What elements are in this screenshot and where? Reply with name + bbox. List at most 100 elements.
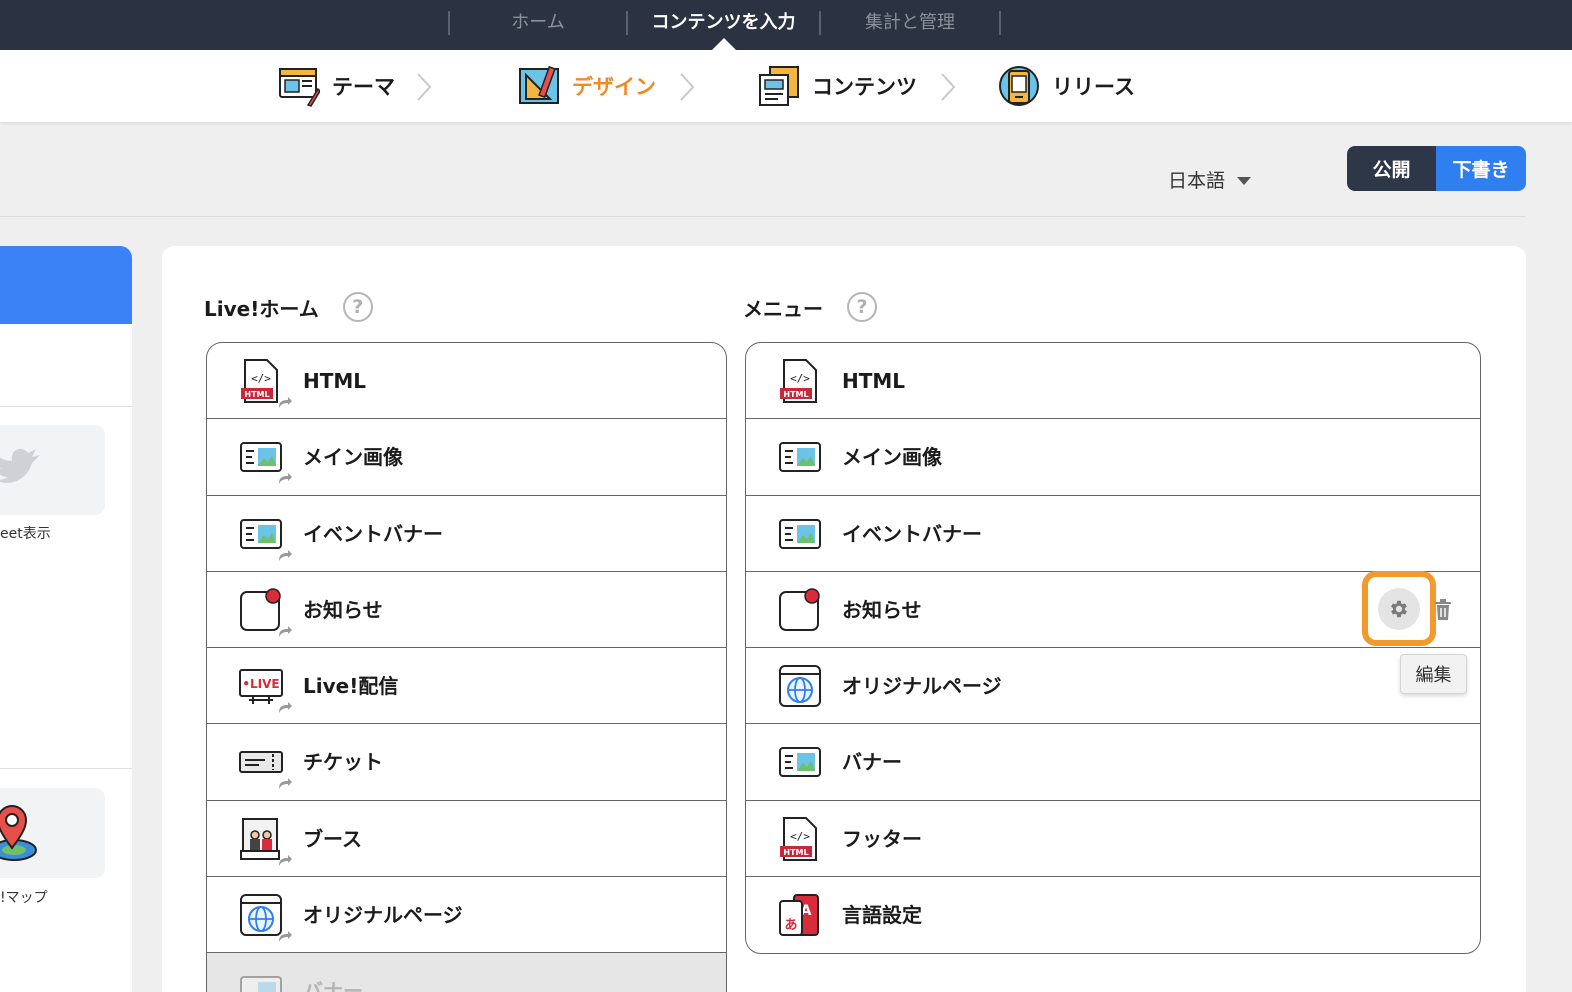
divider <box>0 406 132 407</box>
share-arrow-icon <box>279 931 292 943</box>
chevron-right-icon <box>417 73 432 101</box>
component-sidebar: eet表示 !マップ <box>0 246 132 992</box>
home-item-main-image[interactable]: メイン画像 <box>207 419 726 496</box>
svg-text:HTML: HTML <box>783 390 808 399</box>
release-icon <box>999 66 1039 106</box>
step-bar: テーマ デザイン コンテンツ リリース <box>0 50 1572 122</box>
image-card-icon <box>240 976 282 992</box>
home-list: </> HTML HTML メイン画像 イベントバナー お知らせ •LIVE L… <box>206 342 727 992</box>
share-arrow-icon <box>279 625 292 637</box>
list-item-label: Live!配信 <box>303 674 399 699</box>
list-item-label: メイン画像 <box>842 445 942 470</box>
home-column-header: Live!ホーム ? <box>204 292 373 322</box>
list-item-label: バナー <box>303 979 363 992</box>
list-item-label: オリジナルページ <box>303 903 463 928</box>
svg-text:</>: </> <box>790 372 810 385</box>
language-select[interactable]: 日本語 <box>1168 166 1252 193</box>
menu-item-original-page[interactable]: オリジナルページ <box>746 648 1480 725</box>
menu-list: </> HTML HTML メイン画像 イベントバナー お知らせ オリジナルペー… <box>745 342 1481 954</box>
image-card-icon <box>779 518 821 549</box>
active-nav-caret <box>712 38 736 50</box>
home-item-event-banner[interactable]: イベントバナー <box>207 496 726 572</box>
svg-text:</>: </> <box>251 372 271 385</box>
share-arrow-icon <box>279 778 292 790</box>
list-item-label: オリジナルページ <box>842 674 1002 699</box>
step-theme[interactable]: テーマ <box>278 64 395 108</box>
sidebar-tile-label: eet表示 <box>0 526 51 542</box>
edit-tooltip: 編集 <box>1400 654 1467 694</box>
list-item-label: HTML <box>842 369 906 393</box>
menu-item-footer[interactable]: </> HTML フッター <box>746 801 1480 878</box>
notification-icon <box>779 588 820 631</box>
step-design[interactable]: デザイン <box>518 64 656 108</box>
share-arrow-icon <box>279 854 292 866</box>
home-item-notice[interactable]: お知らせ <box>207 572 726 649</box>
edit-button[interactable] <box>1378 587 1420 630</box>
step-contents[interactable]: コンテンツ <box>758 64 917 108</box>
language-icon: A あ <box>779 894 819 937</box>
list-item-label: お知らせ <box>303 597 383 622</box>
step-label: コンテンツ <box>812 75 917 99</box>
nav-separator <box>999 11 1001 35</box>
public-button[interactable]: 公開 <box>1347 146 1436 191</box>
list-item-label: HTML <box>303 369 367 393</box>
svg-text:HTML: HTML <box>783 848 808 857</box>
list-item-label: メイン画像 <box>303 445 403 470</box>
globe-page-icon <box>779 665 821 708</box>
nav-home[interactable]: ホーム <box>450 0 626 46</box>
svg-text:•LIVE: •LIVE <box>242 677 279 691</box>
help-icon[interactable]: ? <box>342 292 373 322</box>
draft-button[interactable]: 下書き <box>1436 146 1526 191</box>
home-item-original-page[interactable]: オリジナルページ <box>207 877 726 954</box>
home-item-banner[interactable]: バナー <box>207 953 726 992</box>
share-arrow-icon <box>279 549 292 561</box>
home-item-html[interactable]: </> HTML HTML <box>207 343 726 420</box>
image-card-icon <box>779 747 821 778</box>
home-item-live[interactable]: •LIVE Live!配信 <box>207 648 726 725</box>
design-icon <box>519 65 559 104</box>
twitter-bird-icon <box>0 448 40 483</box>
share-arrow-icon <box>279 702 292 714</box>
svg-text:あ: あ <box>784 918 797 933</box>
step-release[interactable]: リリース <box>998 64 1135 108</box>
svg-text:</>: </> <box>790 830 810 843</box>
svg-text:HTML: HTML <box>244 390 269 399</box>
step-label: デザイン <box>572 75 656 99</box>
sidebar-active-tab[interactable] <box>0 246 132 324</box>
sidebar-tile-tweet[interactable] <box>0 425 105 515</box>
list-item-label: お知らせ <box>842 597 922 622</box>
menu-item-html[interactable]: </> HTML HTML <box>746 343 1480 420</box>
share-arrow-icon <box>279 473 292 485</box>
menu-item-banner[interactable]: バナー <box>746 724 1480 801</box>
publish-toggle: 公開 下書き <box>1347 146 1526 191</box>
chevron-right-icon <box>941 73 956 101</box>
list-item-label: 言語設定 <box>842 903 922 928</box>
sidebar-tile-map[interactable] <box>0 788 105 878</box>
home-item-booth[interactable]: ブース <box>207 801 726 878</box>
nav-analytics[interactable]: 集計と管理 <box>821 0 999 46</box>
list-item-label: バナー <box>842 750 902 775</box>
divider <box>0 216 1526 217</box>
gear-icon <box>1391 600 1407 617</box>
home-column-title: Live!ホーム <box>204 296 319 321</box>
top-nav: ホーム コンテンツを入力 集計と管理 <box>0 0 1572 50</box>
trash-icon[interactable] <box>1434 599 1452 621</box>
help-icon[interactable]: ? <box>847 292 877 322</box>
home-item-ticket[interactable]: チケット <box>207 724 726 801</box>
list-item-label: ブース <box>303 826 362 851</box>
menu-item-language[interactable]: A あ 言語設定 <box>746 877 1480 953</box>
step-label: リリース <box>1052 75 1135 99</box>
language-value: 日本語 <box>1168 170 1226 192</box>
theme-icon <box>279 68 320 107</box>
contents-icon <box>759 66 799 106</box>
html-file-icon: </> HTML <box>780 359 817 403</box>
menu-column-header: メニュー ? <box>743 292 877 322</box>
image-card-icon <box>779 442 821 473</box>
menu-item-main-image[interactable]: メイン画像 <box>746 419 1480 496</box>
list-item-label: イベントバナー <box>303 521 443 546</box>
edit-highlight <box>1362 571 1436 646</box>
sidebar-tile-label: !マップ <box>0 890 48 906</box>
html-file-icon: </> HTML <box>780 816 817 861</box>
share-arrow-icon <box>279 397 292 408</box>
menu-item-event-banner[interactable]: イベントバナー <box>746 496 1480 572</box>
